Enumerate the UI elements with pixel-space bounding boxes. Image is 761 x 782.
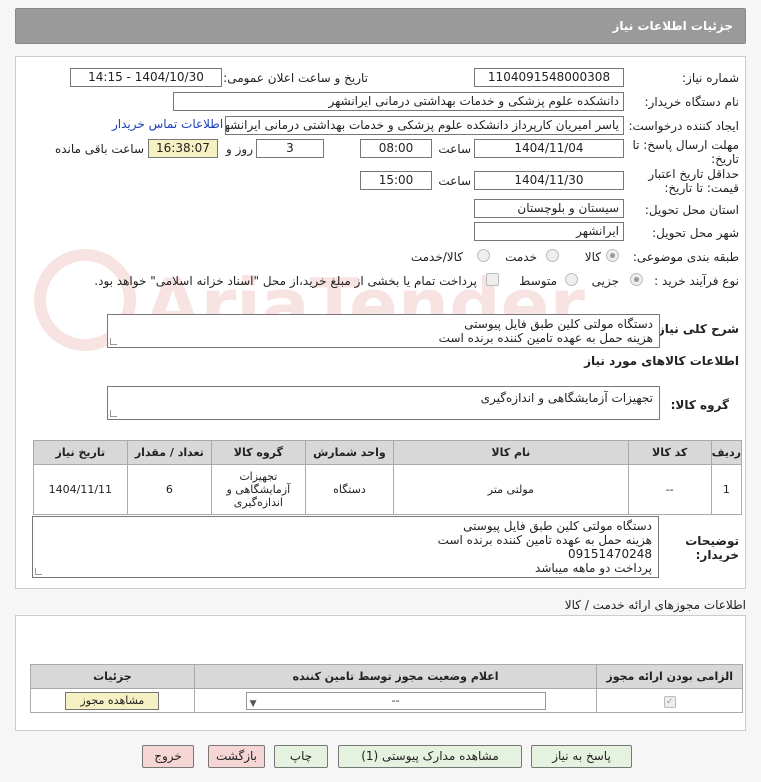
buyer-org-label: نام دستگاه خریدار: <box>644 95 740 109</box>
page-header: جزئیات اطلاعات نیاز <box>15 8 746 44</box>
col-qty: تعداد / مقدار <box>126 440 213 465</box>
days-field: 3 <box>256 139 324 158</box>
process-label: نوع فرآیند خرید : <box>654 274 739 288</box>
notes-line-4: پرداخت دو ماهه میباشد <box>535 561 652 575</box>
col-date: تاریخ نیاز <box>33 440 128 465</box>
table-row: 1 -- مولتی متر دستگاه تجهیزات آزمایشگاهی… <box>33 464 743 515</box>
creator-field: یاسر امیریان کارپرداز دانشکده علوم پزشکی… <box>225 116 624 135</box>
validity-time-label: ساعت <box>438 174 471 188</box>
resize-grip-icon[interactable] <box>35 568 42 575</box>
remaining-time-field: 16:38:07 <box>148 139 218 158</box>
view-license-button[interactable]: مشاهده مجوز <box>65 691 160 710</box>
goods-info-title: اطلاعات کالاهای مورد نیاز <box>584 354 739 368</box>
buyer-org-field: دانشکده علوم پزشکی و خدمات بهداشتی درمان… <box>173 92 624 111</box>
print-button[interactable]: چاپ <box>274 745 328 768</box>
cell-index: 1 <box>710 464 743 515</box>
summary-label: شرح کلی نیاز: <box>653 322 739 336</box>
city-label: شهر محل تحویل: <box>652 226 739 240</box>
col-unit: واحد شمارش <box>304 440 395 465</box>
deadline-label: مهلت ارسال پاسخ: تا <box>632 138 739 152</box>
license-table: الزامی بودن ارائه مجوز اعلام وضعیت مجوز … <box>30 664 743 713</box>
process-medium-label: متوسط <box>519 274 557 288</box>
creator-label: ایجاد کننده درخواست: <box>628 119 739 133</box>
table-row: ✓ ▼ -- مشاهده مجوز <box>30 688 743 713</box>
validity-time-field: 15:00 <box>360 171 432 190</box>
category-goods-service-radio[interactable] <box>477 249 490 262</box>
remaining-label: ساعت باقی مانده <box>54 142 144 156</box>
cell-group: تجهیزات آزمایشگاهی و اندازه‌گیری <box>211 464 306 515</box>
license-status-value: -- <box>391 693 400 707</box>
cell-details: مشاهده مجوز <box>30 688 195 713</box>
summary-line-1: دستگاه مولتی کلین طبق فایل پیوستی <box>464 317 653 331</box>
province-field: سیستان و بلوچستان <box>474 199 624 218</box>
buyer-notes-label-2: خریدار: <box>695 548 739 562</box>
deadline-time-field: 08:00 <box>360 139 432 158</box>
required-checkbox[interactable]: ✓ <box>663 695 676 708</box>
buyer-contact-link[interactable]: اطلاعات تماس خریدار <box>112 117 223 131</box>
cell-qty: 6 <box>126 464 213 515</box>
chevron-down-icon: ▼ <box>249 698 257 709</box>
announce-label: تاریخ و ساعت اعلان عمومی: <box>223 71 368 85</box>
validity-date-field: 1404/11/30 <box>474 171 624 190</box>
page-title: جزئیات اطلاعات نیاز <box>612 19 733 33</box>
category-goods-radio[interactable] <box>606 249 619 262</box>
cell-unit: دستگاه <box>304 464 395 515</box>
process-minor-radio[interactable] <box>630 273 643 286</box>
col-status: اعلام وضعیت مجوز توسط تامین کننده <box>193 664 598 689</box>
need-number-field: 1104091548000308 <box>474 68 624 87</box>
col-required: الزامی بودن ارائه مجوز <box>596 664 743 689</box>
category-service-radio[interactable] <box>546 249 559 262</box>
validity-label-2: قیمت: تا تاریخ: <box>664 181 739 195</box>
validity-label: حداقل تاریخ اعتبار <box>648 167 739 181</box>
cell-status: ▼ -- <box>193 688 598 713</box>
license-status-select[interactable]: ▼ -- <box>245 691 546 710</box>
goods-table-header: ردیف کد کالا نام کالا واحد شمارش گروه کا… <box>33 440 743 465</box>
province-label: استان محل تحویل: <box>644 203 739 217</box>
summary-line-2: هزینه حمل به عهده تامین کننده برنده است <box>438 331 653 345</box>
notes-line-2: هزینه حمل به عهده تامین کننده برنده است <box>437 533 652 547</box>
license-section-title: اطلاعات مجوزهای ارائه خدمت / کالا <box>564 598 746 612</box>
notes-line-1: دستگاه مولتی کلین طبق فایل پیوستی <box>463 519 652 533</box>
category-goods-service-label: کالا/خدمت <box>410 250 463 264</box>
buyer-notes-label: توضیحات <box>685 534 739 548</box>
back-button[interactable]: بازگشت <box>208 745 265 768</box>
resize-grip-icon[interactable] <box>110 410 117 417</box>
announce-field: 1404/10/30 - 14:15 <box>70 68 222 87</box>
city-field: ایرانشهر <box>474 222 624 241</box>
goods-group-textarea[interactable]: تجهیزات آزمایشگاهی و اندازه‌گیری <box>107 386 660 420</box>
category-label: طبقه بندی موضوعی: <box>632 250 739 264</box>
cell-code: -- <box>627 464 712 515</box>
attachments-button[interactable]: مشاهده مدارک پیوستی (1) <box>338 745 522 768</box>
buyer-notes-textarea[interactable]: دستگاه مولتی کلین طبق فایل پیوستی هزینه … <box>32 516 659 578</box>
cell-name: مولتی متر <box>393 464 629 515</box>
treasury-payment-note: پرداخت تمام یا بخشی از مبلغ خرید،از محل … <box>94 274 477 288</box>
reply-button[interactable]: پاسخ به نیاز <box>531 745 632 768</box>
days-label: روز و <box>226 142 253 156</box>
category-service-label: خدمت <box>505 250 537 264</box>
goods-group-value: تجهیزات آزمایشگاهی و اندازه‌گیری <box>480 391 653 405</box>
goods-group-label: گروه کالا: <box>670 398 729 412</box>
summary-textarea[interactable]: دستگاه مولتی کلین طبق فایل پیوستی هزینه … <box>107 314 660 348</box>
col-details: جزئیات <box>30 664 195 689</box>
need-number-label: شماره نیاز: <box>682 71 739 85</box>
license-table-header: الزامی بودن ارائه مجوز اعلام وضعیت مجوز … <box>30 664 743 689</box>
category-goods-label: کالا <box>584 250 601 264</box>
cell-required: ✓ <box>596 688 743 713</box>
notes-line-3: 09151470248 <box>568 547 652 561</box>
col-code: کد کالا <box>627 440 712 465</box>
cell-date: 1404/11/11 <box>33 464 128 515</box>
deadline-time-label: ساعت <box>438 142 471 156</box>
deadline-label-2: تاریخ: <box>711 152 739 166</box>
col-index: ردیف <box>710 440 743 465</box>
deadline-date-field: 1404/11/04 <box>474 139 624 158</box>
treasury-payment-checkbox[interactable] <box>486 273 499 286</box>
goods-table: ردیف کد کالا نام کالا واحد شمارش گروه کا… <box>33 440 743 515</box>
process-minor-label: جزیی <box>591 274 619 288</box>
col-group: گروه کالا <box>211 440 306 465</box>
exit-button[interactable]: خروج <box>142 745 194 768</box>
process-medium-radio[interactable] <box>565 273 578 286</box>
col-name: نام کالا <box>393 440 629 465</box>
resize-grip-icon[interactable] <box>110 338 117 345</box>
